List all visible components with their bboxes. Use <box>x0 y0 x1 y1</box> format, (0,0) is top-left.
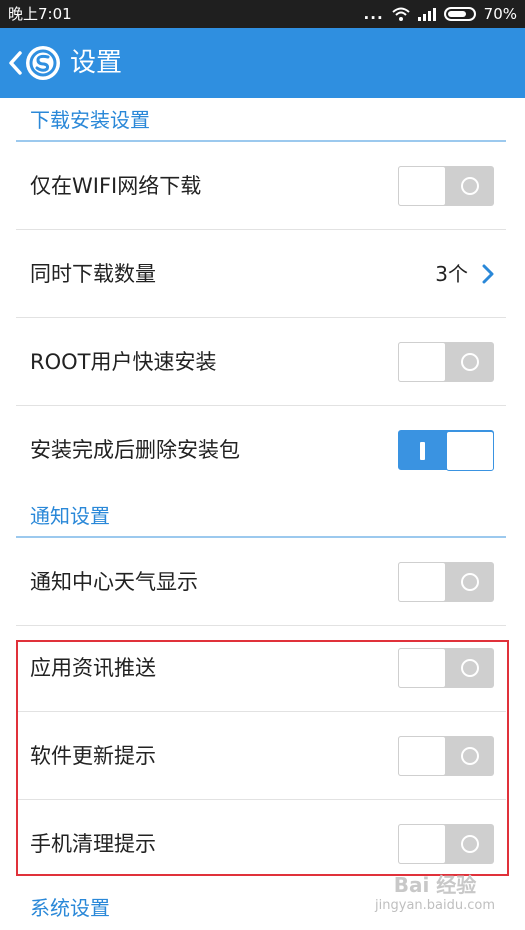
toggle-off-icon <box>461 835 479 853</box>
row-label: 通知中心天气显示 <box>30 570 198 594</box>
row-app-news-push[interactable]: 应用资讯推送 <box>16 624 506 712</box>
row-label: 安装完成后删除安装包 <box>30 438 240 462</box>
concurrent-value: 3个 <box>435 262 468 286</box>
toggle-knob <box>398 648 446 688</box>
toggle-off-icon <box>461 747 479 765</box>
settings-list: 下载安装设置 仅在WIFI网络下载 同时下载数量 3个 ROOT用户快速安装 安… <box>0 98 525 925</box>
row-root-install[interactable]: ROOT用户快速安装 <box>16 318 506 406</box>
row-label: 软件更新提示 <box>30 744 156 768</box>
app-bar: 设置 <box>0 28 525 98</box>
toggle-off-icon <box>461 573 479 591</box>
row-weather-display[interactable]: 通知中心天气显示 <box>16 538 506 626</box>
toggle-knob <box>398 342 446 382</box>
toggle-off-icon <box>461 177 479 195</box>
row-label: 仅在WIFI网络下载 <box>30 174 202 198</box>
toggle-clean-tip[interactable] <box>398 824 494 864</box>
watermark-brand: Bai 经验 <box>393 873 477 897</box>
toggle-delete-package[interactable] <box>398 430 494 471</box>
section-title: 下载安装设置 <box>30 108 150 132</box>
row-delete-package[interactable]: 安装完成后删除安装包 <box>16 406 506 494</box>
row-update-tip[interactable]: 软件更新提示 <box>16 712 506 800</box>
toggle-root-install[interactable] <box>398 342 494 382</box>
toggle-knob <box>446 431 494 471</box>
cell-signal-icon <box>417 7 436 21</box>
row-wifi-only[interactable]: 仅在WIFI网络下载 <box>16 142 506 230</box>
toggle-knob <box>398 736 446 776</box>
section-title: 通知设置 <box>30 504 110 528</box>
toggle-on-icon <box>420 442 425 460</box>
section-header-download: 下载安装设置 <box>16 98 506 142</box>
status-icons: ... 70% <box>364 0 517 28</box>
wifi-icon <box>391 7 410 21</box>
section-title: 系统设置 <box>30 896 110 920</box>
toggle-off-icon <box>461 353 479 371</box>
section-header-notify: 通知设置 <box>16 494 506 538</box>
toggle-off-icon <box>461 659 479 677</box>
row-label: 手机清理提示 <box>30 832 156 856</box>
toggle-knob <box>398 824 446 864</box>
row-label: ROOT用户快速安装 <box>30 350 217 374</box>
status-time: 晚上7:01 <box>8 5 72 23</box>
toggle-update-tip[interactable] <box>398 736 494 776</box>
toggle-weather-display[interactable] <box>398 562 494 602</box>
toggle-wifi-only[interactable] <box>398 166 494 206</box>
more-dots-icon: ... <box>363 5 384 23</box>
battery-icon <box>443 7 476 21</box>
chevron-right-icon <box>482 264 494 284</box>
battery-percent: 70% <box>483 5 517 23</box>
toggle-app-news-push[interactable] <box>398 648 494 688</box>
row-label: 同时下载数量 <box>30 262 156 286</box>
back-arrow-icon[interactable] <box>8 50 22 76</box>
watermark-url: jingyan.baidu.com <box>375 898 495 913</box>
watermark: Bai 经验 jingyan.baidu.com <box>375 869 495 913</box>
row-concurrent-downloads[interactable]: 同时下载数量 3个 <box>16 230 506 318</box>
toggle-knob <box>398 166 446 206</box>
row-label: 应用资讯推送 <box>30 656 156 680</box>
status-bar: 晚上7:01 ... 70% <box>0 0 525 28</box>
app-logo-icon <box>26 46 60 80</box>
page-title: 设置 <box>70 48 123 78</box>
toggle-knob <box>398 562 446 602</box>
